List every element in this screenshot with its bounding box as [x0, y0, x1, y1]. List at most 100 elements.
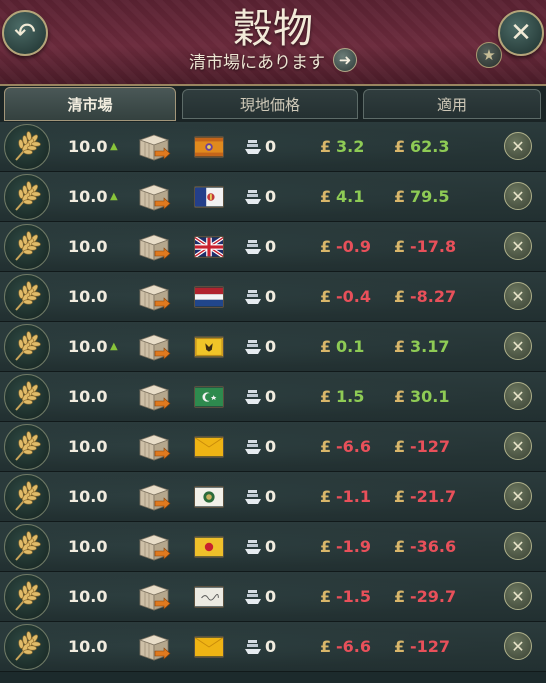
export-goods-icon[interactable] — [136, 372, 172, 421]
tab-market[interactable]: 清市場 — [4, 87, 176, 121]
ships-count: 0 — [265, 237, 277, 256]
export-goods-icon[interactable] — [136, 172, 172, 221]
total-value: 79.5 — [410, 187, 450, 206]
country-flag-icon[interactable] — [194, 172, 224, 221]
trade-amount: 10.0 — [68, 537, 108, 556]
grain-icon — [4, 174, 50, 220]
price-delta: -0.4 — [336, 287, 371, 306]
trade-route-row[interactable]: 10.0 0 £1.5 £30.1 ✕ — [0, 372, 546, 422]
currency-icon: £ — [320, 587, 332, 606]
export-goods-icon[interactable] — [136, 272, 172, 321]
ship-icon — [243, 272, 263, 321]
export-goods-icon[interactable] — [136, 122, 172, 171]
price-delta: 3.2 — [336, 137, 365, 156]
grain-icon — [4, 424, 50, 470]
cancel-route-button[interactable]: ✕ — [504, 282, 532, 310]
currency-icon: £ — [320, 437, 332, 456]
total-value: 30.1 — [410, 387, 450, 406]
ships-count: 0 — [265, 137, 277, 156]
currency-icon: £ — [394, 587, 406, 606]
country-flag-icon[interactable] — [194, 572, 224, 621]
price-delta: -1.1 — [336, 487, 371, 506]
grain-icon — [4, 374, 50, 420]
country-flag-icon[interactable] — [194, 622, 224, 671]
market-subtitle-row: 清市場にあります ➜ — [0, 47, 546, 73]
currency-icon: £ — [320, 537, 332, 556]
cancel-route-button[interactable]: ✕ — [504, 482, 532, 510]
cancel-route-button[interactable]: ✕ — [504, 382, 532, 410]
currency-icon: £ — [394, 237, 406, 256]
cancel-route-button[interactable]: ✕ — [504, 632, 532, 660]
export-goods-icon[interactable] — [136, 472, 172, 521]
trade-amount: 10.0 — [68, 387, 108, 406]
grain-icon — [4, 324, 50, 370]
price-delta: -1.5 — [336, 587, 371, 606]
trade-route-row[interactable]: 10.0 0 £ -1.1 £ -21.7 ✕ — [0, 472, 546, 522]
ship-icon — [243, 572, 263, 621]
ship-icon — [243, 322, 263, 371]
tab-local-prices[interactable]: 現地価格 — [182, 89, 358, 119]
price-delta: -6.6 — [336, 637, 371, 656]
cancel-route-button[interactable]: ✕ — [504, 232, 532, 260]
tab-apply[interactable]: 適用 — [363, 89, 541, 119]
currency-icon: £ — [394, 187, 406, 206]
country-flag-icon[interactable] — [194, 272, 224, 321]
cancel-route-button[interactable]: ✕ — [504, 182, 532, 210]
grain-icon — [4, 574, 50, 620]
trade-route-row[interactable]: 10.0 ▲ 0 £3.2 £62.3 ✕ — [0, 122, 546, 172]
export-goods-icon[interactable] — [136, 222, 172, 271]
currency-icon: £ — [394, 637, 406, 656]
country-flag-icon[interactable] — [194, 122, 224, 171]
favorite-button[interactable]: ★ — [476, 42, 502, 68]
country-flag-icon[interactable] — [194, 472, 224, 521]
price-delta: -0.9 — [336, 237, 371, 256]
ship-icon — [243, 172, 263, 221]
trend-up-icon: ▲ — [110, 141, 118, 152]
cancel-route-button[interactable]: ✕ — [504, 432, 532, 460]
currency-icon: £ — [394, 137, 406, 156]
trade-route-row[interactable]: 10.0 0 £ -1.5 £ -29.7 ✕ — [0, 572, 546, 622]
price-delta: 1.5 — [336, 387, 365, 406]
trade-amount: 10.0 — [68, 287, 108, 306]
trade-route-row[interactable]: 10.0 ▲ 0 £4.1 £79.5 ✕ — [0, 172, 546, 222]
cancel-route-button[interactable]: ✕ — [504, 132, 532, 160]
price-delta: 0.1 — [336, 337, 365, 356]
trade-route-row[interactable]: 10.0 0 £ -1.9 £ -36.6 ✕ — [0, 522, 546, 572]
back-button[interactable]: ↶ — [2, 10, 48, 56]
export-goods-icon[interactable] — [136, 422, 172, 471]
export-goods-icon[interactable] — [136, 322, 172, 371]
close-icon: ✕ — [511, 136, 525, 156]
trade-route-row[interactable]: 10.0 0 £ -0.4 £ -8.27 ✕ — [0, 272, 546, 322]
currency-icon: £ — [320, 187, 332, 206]
country-flag-icon[interactable] — [194, 422, 224, 471]
trade-route-row[interactable]: 10.0 0 £ -0.9 £ -17.8 ✕ — [0, 222, 546, 272]
grain-icon — [4, 624, 50, 670]
export-goods-icon[interactable] — [136, 622, 172, 671]
country-flag-icon[interactable] — [194, 222, 224, 271]
export-goods-icon[interactable] — [136, 522, 172, 571]
ship-icon — [243, 372, 263, 421]
close-button[interactable]: ✕ — [498, 10, 544, 56]
total-value: -21.7 — [410, 487, 457, 506]
export-goods-icon[interactable] — [136, 572, 172, 621]
currency-icon: £ — [320, 637, 332, 656]
trade-amount: 10.0 — [68, 587, 108, 606]
close-icon: ✕ — [511, 286, 525, 306]
trade-route-row[interactable]: 10.0 ▲ 0 £0.1 £3.17 ✕ — [0, 322, 546, 372]
cancel-route-button[interactable]: ✕ — [504, 332, 532, 360]
arrow-right-icon[interactable]: ➜ — [333, 48, 357, 72]
currency-icon: £ — [320, 287, 332, 306]
cancel-route-button[interactable]: ✕ — [504, 532, 532, 560]
trade-amount: 10.0 — [68, 187, 108, 206]
trade-route-list: 10.0 ▲ 0 £3.2 £62.3 ✕ 10.0 ▲ 0 £4.1 £79.5 ✕ 10.0 0 £ -0… — [0, 122, 546, 683]
ships-count: 0 — [265, 587, 277, 606]
country-flag-icon[interactable] — [194, 372, 224, 421]
country-flag-icon[interactable] — [194, 522, 224, 571]
trade-amount: 10.0 — [68, 487, 108, 506]
trade-route-row[interactable]: 10.0 0 £ -6.6 £ -127 ✕ — [0, 622, 546, 672]
total-value: -36.6 — [410, 537, 457, 556]
cancel-route-button[interactable]: ✕ — [504, 582, 532, 610]
ships-count: 0 — [265, 487, 277, 506]
country-flag-icon[interactable] — [194, 322, 224, 371]
trade-route-row[interactable]: 10.0 0 £ -6.6 £ -127 ✕ — [0, 422, 546, 472]
